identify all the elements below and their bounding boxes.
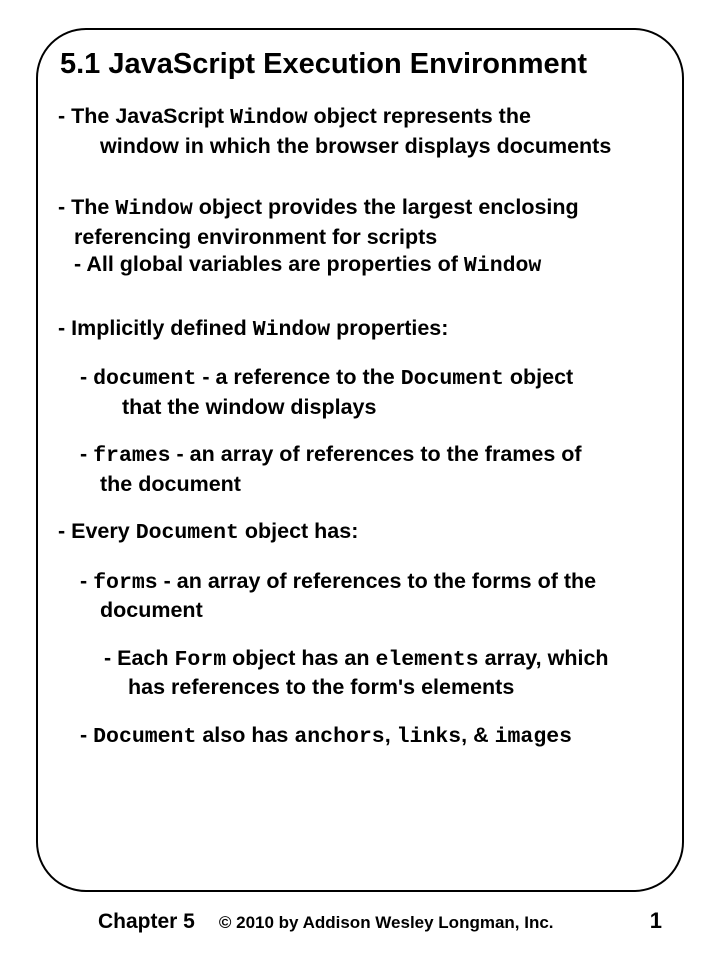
body-line: - document - a reference to the Document… xyxy=(80,364,662,394)
body-line: - Implicitly defined Window properties: xyxy=(58,315,662,345)
slide-frame: 5.1 JavaScript Execution Environment - T… xyxy=(36,28,684,892)
body-line: - Each Form object has an elements array… xyxy=(104,645,662,675)
body-line: - Every Document object has: xyxy=(58,518,662,548)
slide-content: - The JavaScript Window object represent… xyxy=(58,103,662,751)
footer-page-number: 1 xyxy=(650,908,662,934)
body-line: document xyxy=(100,597,662,625)
body-line: - Document also has anchors, links, & im… xyxy=(80,722,662,752)
body-line: referencing environment for scripts xyxy=(74,224,662,252)
body-line: - The JavaScript Window object represent… xyxy=(58,103,662,133)
body-line: - The Window object provides the largest… xyxy=(58,194,662,224)
footer: Chapter 5 © 2010 by Addison Wesley Longm… xyxy=(0,908,720,934)
body-line: window in which the browser displays doc… xyxy=(100,133,662,161)
footer-copyright: © 2010 by Addison Wesley Longman, Inc. xyxy=(219,913,650,933)
body-line: has references to the form's elements xyxy=(128,674,662,702)
slide-title: 5.1 JavaScript Execution Environment xyxy=(60,48,662,81)
body-line: - forms - an array of references to the … xyxy=(80,568,662,598)
body-line: that the window displays xyxy=(122,394,662,422)
body-line: - All global variables are properties of… xyxy=(74,251,662,281)
body-line: the document xyxy=(100,471,662,499)
footer-chapter: Chapter 5 xyxy=(98,910,195,934)
body-line: - frames - an array of references to the… xyxy=(80,441,662,471)
